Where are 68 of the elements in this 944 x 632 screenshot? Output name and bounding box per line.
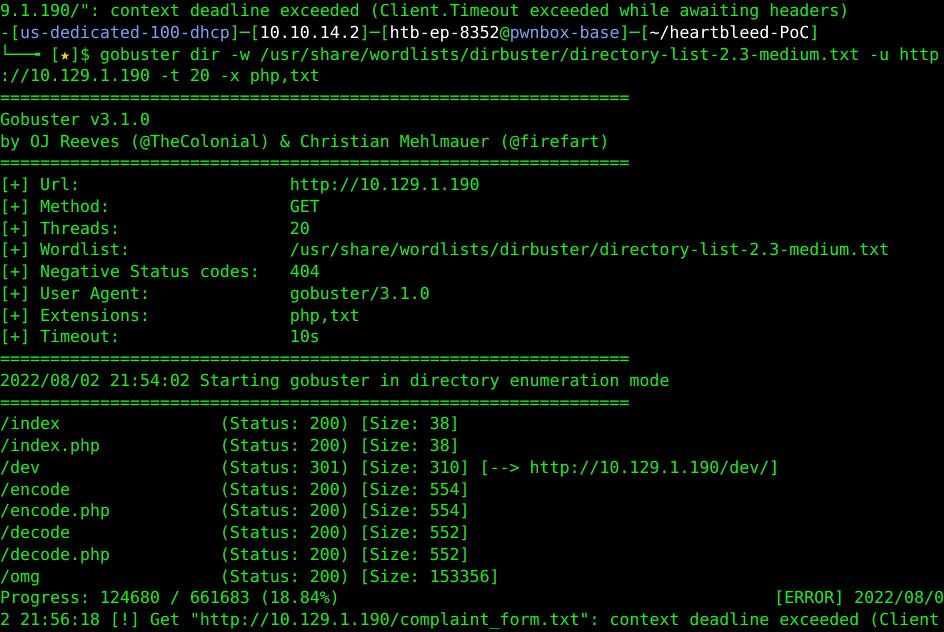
prompt-text: @ [500, 22, 510, 42]
prompt-text: ] [809, 22, 820, 42]
result-path: /index.php [0, 435, 101, 457]
config-label: [+] Timeout: [0, 326, 121, 348]
config-label: [+] User Agent: [0, 282, 151, 304]
result-size: [Size: 552] [360, 544, 470, 566]
result-path: /dev [0, 456, 41, 478]
prompt-text: us-dedicated-100-dhcp [20, 22, 230, 42]
prompt-text: ]$ [70, 44, 90, 64]
result-status: (Status: 200) [220, 544, 350, 566]
config-label: [+] Negative Status codes: [0, 261, 261, 283]
command-text: gobuster dir -w /usr/share/wordlists/dirbuster/directory-list-2.3-medium.txt -u http [100, 44, 940, 64]
error-text: 2 21:56:18 [!] Get "http://10.129.1.190/complaint_form.txt": context deadline exceeded (Client [0, 609, 940, 631]
separator-line: =============================================================== [0, 392, 630, 414]
result-size: [Size: 38] [360, 413, 460, 435]
config-value: /usr/share/wordlists/dirbuster/directory-list-2.3-medium.txt [290, 239, 890, 261]
result-status: (Status: 200) [220, 566, 350, 588]
config-value: http://10.129.1.190 [290, 174, 481, 196]
config-label: [+] Url: [0, 174, 81, 196]
result-size: [Size: 552] [360, 522, 470, 544]
result-path: /index [0, 413, 61, 435]
config-value: gobuster/3.1.0 [290, 282, 431, 304]
config-label: [+] Wordlist: [0, 239, 131, 261]
prompt-text: ~/heartbleed-PoC [649, 22, 810, 42]
config-value: php,txt [290, 304, 361, 326]
result-path: /omg [0, 566, 41, 588]
result-redirect: [--> http://10.129.1.190/dev/] [480, 456, 780, 478]
terminal-line: 2022/08/02 21:54:02 Starting gobuster in directory enumeration mode [0, 370, 670, 392]
result-path: /decode [0, 522, 71, 544]
prompt-text: ]─[ [619, 22, 650, 42]
prompt-text: htb-ep-8352 [390, 22, 500, 42]
prompt-text: 10.10.14.2 [260, 22, 360, 42]
prompt-text: ]─[ [230, 22, 260, 42]
prompt-text: ★ [60, 44, 70, 64]
separator-line: =============================================================== [0, 348, 630, 370]
separator-line: =============================================================== [0, 87, 630, 109]
error-text: [ERROR] 2022/08/0 [774, 587, 944, 609]
prompt-text: └──╼ [ [0, 44, 60, 64]
config-label: [+] Threads: [0, 218, 121, 240]
result-status: (Status: 200) [220, 522, 350, 544]
config-label: [+] Method: [0, 196, 111, 218]
result-size: [Size: 38] [360, 435, 460, 457]
result-path: /encode [0, 478, 71, 500]
result-path: /decode.php [0, 544, 111, 566]
result-status: (Status: 301) [220, 456, 350, 478]
terminal-line: by OJ Reeves (@TheColonial) & Christian Mehlmauer (@firefart) [0, 130, 610, 152]
result-status: (Status: 200) [220, 413, 350, 435]
prompt-text: -[ [0, 22, 20, 42]
separator-line: =============================================================== [0, 152, 630, 174]
config-value: 20 [290, 218, 311, 240]
result-status: (Status: 200) [220, 478, 350, 500]
config-label: [+] Extensions: [0, 304, 151, 326]
result-size: [Size: 153356] [360, 566, 500, 588]
command-text: ://10.129.1.190 -t 20 -x php,txt [0, 65, 321, 87]
terminal-line: 9.1.190/": context deadline exceeded (Client.Timeout exceeded while awaiting headers) [0, 0, 850, 22]
terminal-line: Gobuster v3.1.0 [0, 108, 151, 130]
result-path: /encode.php [0, 500, 111, 522]
result-size: [Size: 554] [360, 478, 470, 500]
prompt-text: ]─[ [360, 22, 390, 42]
result-status: (Status: 200) [220, 435, 350, 457]
config-value: 404 [290, 261, 321, 283]
config-value: 10s [290, 326, 321, 348]
result-size: [Size: 554] [360, 500, 470, 522]
config-value: GET [290, 196, 321, 218]
result-size: [Size: 310] [360, 456, 470, 478]
prompt-text: pwnbox-base [510, 22, 620, 42]
progress-text: Progress: 124680 / 661683 (18.84%) [0, 587, 340, 609]
result-status: (Status: 200) [220, 500, 350, 522]
